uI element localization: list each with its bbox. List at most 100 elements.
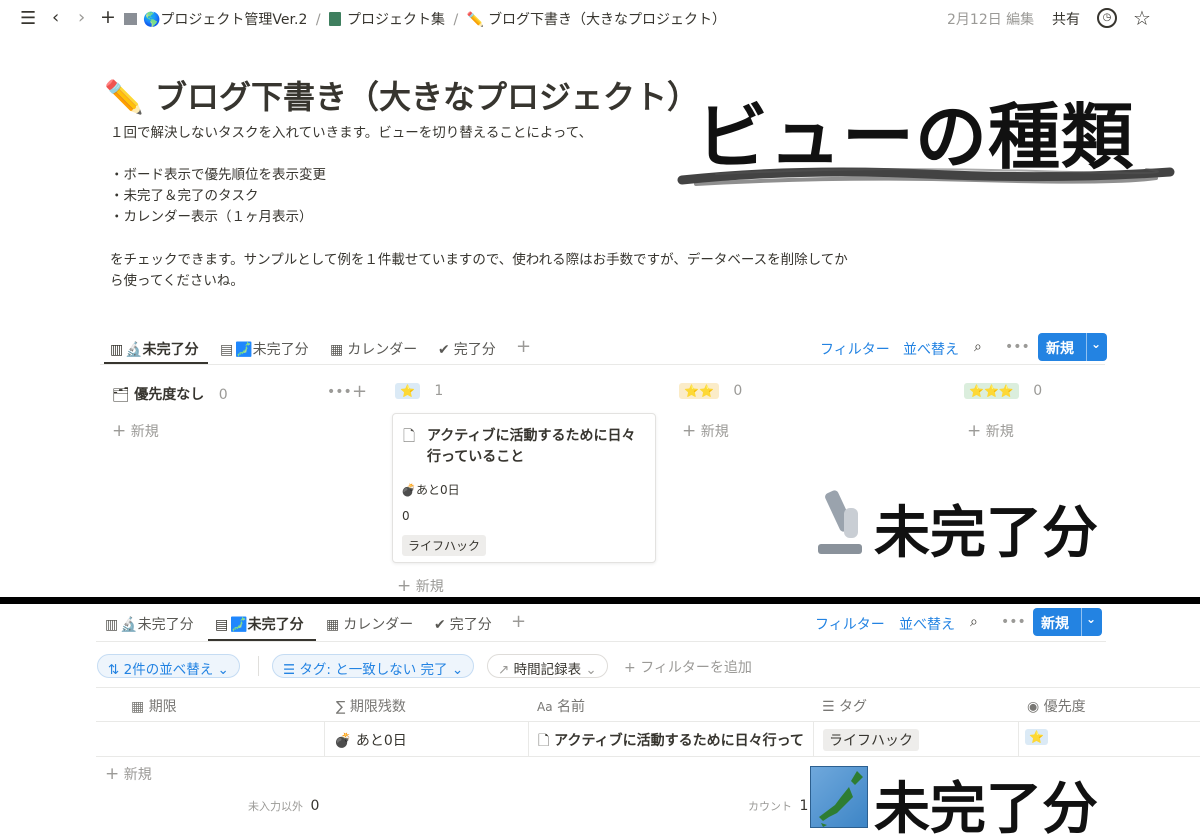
- cell-name[interactable]: 🗋 アクティブに活動するために日々行って: [538, 730, 812, 754]
- page-title-icon: ✏️: [104, 78, 144, 116]
- description-line: ・未完了＆完了のタスク: [110, 188, 259, 204]
- sort-button[interactable]: 並べ替え: [899, 614, 955, 634]
- page-icon: 🗋: [403, 427, 416, 445]
- board-icon: ▥: [110, 342, 124, 358]
- plus-icon: +: [682, 421, 697, 441]
- page-title: ✏️ ブログ下書き（大きなプロジェクト）: [104, 72, 699, 118]
- share-button[interactable]: 共有: [1052, 9, 1080, 29]
- footer-calc-left[interactable]: 未入力以外 0: [248, 798, 319, 814]
- more-icon[interactable]: •••: [1001, 614, 1026, 630]
- chevron-down-icon: ⌄: [451, 662, 464, 678]
- table-icon: ▤: [220, 342, 234, 358]
- new-button[interactable]: 新規 ⌄: [1038, 333, 1107, 361]
- page-title-text: ブログ下書き（大きなプロジェクト）: [154, 78, 699, 116]
- tab-board-incomplete[interactable]: ▥ 🔬未完了分: [105, 614, 194, 634]
- tab-board-incomplete[interactable]: ▥ 🔬未完了分: [110, 339, 199, 359]
- board-card[interactable]: 🗋 アクティブに活動するために日々 行っていること 💣あと0日 0 ライフハック: [392, 413, 656, 563]
- add-card-button[interactable]: + 新規: [682, 421, 729, 441]
- row-bottom-line: [96, 756, 1200, 757]
- cell-priority[interactable]: ⭐: [1025, 729, 1048, 745]
- chevron-down-icon: ⌄: [217, 662, 229, 678]
- time-log-chip[interactable]: ↗ 時間記録表 ⌄: [487, 654, 608, 678]
- footer-calc-right[interactable]: カウント 1: [748, 798, 808, 814]
- column-header-two-stars: ⭐⭐ 0: [679, 383, 742, 399]
- clock-icon[interactable]: ◷: [1097, 8, 1117, 28]
- overlay-board-label: 未完了分: [874, 501, 1098, 566]
- new-button[interactable]: 新規 ⌄: [1033, 608, 1102, 636]
- chevron-right-icon[interactable]: ›: [78, 7, 85, 28]
- filter-button[interactable]: フィルター: [815, 614, 885, 634]
- tag-filter-chip[interactable]: ☰ タグ: と一致しない 完了 ⌄: [272, 654, 475, 678]
- board-view-tab-bar: ▥ 🔬未完了分 ▤ 🗾未完了分 ▦ カレンダー ✔ 完了分 + フィルター 並べ替え ⌕…: [110, 336, 1110, 361]
- add-card-button[interactable]: + 新規: [112, 421, 159, 441]
- plus-icon: +: [105, 764, 120, 784]
- breadcrumb-item-current[interactable]: ブログ下書き（大きなプロジェクト）: [488, 12, 726, 28]
- cell-tag[interactable]: ライフハック: [823, 729, 919, 751]
- formula-icon: ∑: [336, 699, 346, 715]
- chevron-down-icon: ⌄: [585, 662, 597, 678]
- breadcrumb-item-project-collection[interactable]: プロジェクト集: [347, 12, 445, 28]
- sort-icon: ⇅: [108, 662, 120, 678]
- chip-separator: [258, 656, 259, 676]
- add-view-icon[interactable]: +: [516, 336, 531, 357]
- tab-calendar[interactable]: ▦ カレンダー: [326, 614, 413, 634]
- filter-button[interactable]: フィルター: [820, 339, 890, 359]
- chevron-down-icon[interactable]: ⌄: [1086, 612, 1096, 626]
- sort-chip[interactable]: ⇅ 2件の並べ替え ⌄: [97, 654, 240, 678]
- breadcrumb-item-project-management[interactable]: 🌎プロジェクト管理Ver.2: [143, 12, 307, 28]
- table-top-line: [96, 687, 1200, 688]
- description-line: をチェックできます。サンプルとして例を１件載せていますので、使われる際はお手数で…: [110, 252, 848, 268]
- column-header-remaining[interactable]: ∑ 期限残数: [336, 696, 406, 716]
- table-view-tab-bar: ▥ 🔬未完了分 ▤ 🗾未完了分 ▦ カレンダー ✔ 完了分 + フィルター 並べ替え ⌕…: [105, 611, 1105, 636]
- add-row-button[interactable]: + 新規: [105, 764, 152, 784]
- add-view-icon[interactable]: +: [511, 611, 526, 632]
- card-tag: ライフハック: [402, 535, 487, 556]
- column-more-icon[interactable]: •••: [327, 384, 352, 400]
- chevron-down-icon[interactable]: ⌄: [1091, 337, 1101, 351]
- menu-icon[interactable]: ☰: [20, 8, 36, 29]
- plus-icon[interactable]: +: [100, 6, 116, 28]
- microscope-icon: [814, 488, 868, 558]
- cell-remaining[interactable]: 💣 あと0日: [334, 730, 407, 750]
- plus-icon: +: [967, 421, 982, 441]
- search-icon[interactable]: ⌕: [974, 339, 982, 355]
- add-card-button[interactable]: + 新規: [397, 576, 444, 596]
- column-header-priority[interactable]: ◉ 優先度: [1027, 696, 1086, 716]
- plus-icon: +: [112, 421, 127, 441]
- column-divider: [324, 721, 325, 756]
- column-add-icon[interactable]: +: [352, 381, 367, 402]
- section-divider: [0, 597, 1200, 604]
- card-deadline-remaining: 💣あと0日: [401, 483, 460, 497]
- column-header-name[interactable]: Aa 名前: [537, 696, 585, 716]
- column-divider: [528, 721, 529, 756]
- sort-button[interactable]: 並べ替え: [903, 339, 959, 359]
- tab-table-incomplete[interactable]: ▤ 🗾未完了分: [220, 339, 309, 359]
- list-icon: ☰: [283, 662, 296, 678]
- check-circle-icon: ✔: [434, 617, 446, 633]
- column-header-deadline[interactable]: ▦ 期限: [131, 696, 177, 716]
- column-header-tag[interactable]: ☰ タグ: [822, 696, 867, 716]
- tab-completed[interactable]: ✔ 完了分: [438, 339, 496, 359]
- active-tab-indicator: [208, 639, 316, 641]
- pencil-icon: ✏️: [466, 12, 485, 28]
- list-icon: ☰: [822, 699, 835, 715]
- breadcrumb-folder-icon: [124, 13, 137, 25]
- tab-table-incomplete[interactable]: ▤ 🗾未完了分: [215, 614, 304, 634]
- japan-map-icon: [810, 766, 868, 828]
- inbox-icon: 🗂: [112, 387, 130, 403]
- tab-underline: [100, 364, 1105, 365]
- add-card-button[interactable]: + 新規: [967, 421, 1014, 441]
- star-icon[interactable]: ☆: [1133, 6, 1151, 30]
- chevron-left-icon[interactable]: ‹: [52, 7, 59, 28]
- more-icon[interactable]: •••: [1005, 339, 1030, 355]
- brush-stroke: [677, 167, 1175, 186]
- calendar-icon: ▦: [330, 342, 344, 358]
- description-line: １回で解決しないタスクを入れていきます。ビューを切り替えることによって、: [110, 125, 593, 141]
- tab-completed[interactable]: ✔ 完了分: [434, 614, 492, 634]
- tab-calendar[interactable]: ▦ カレンダー: [330, 339, 417, 359]
- column-header-three-stars: ⭐⭐⭐ 0: [964, 383, 1042, 399]
- add-filter-button[interactable]: + フィルターを追加: [624, 657, 752, 677]
- arrow-up-right-icon: ↗: [498, 662, 510, 678]
- search-icon[interactable]: ⌕: [970, 614, 978, 630]
- description-line: ・ボード表示で優先順位を表示変更: [110, 167, 326, 183]
